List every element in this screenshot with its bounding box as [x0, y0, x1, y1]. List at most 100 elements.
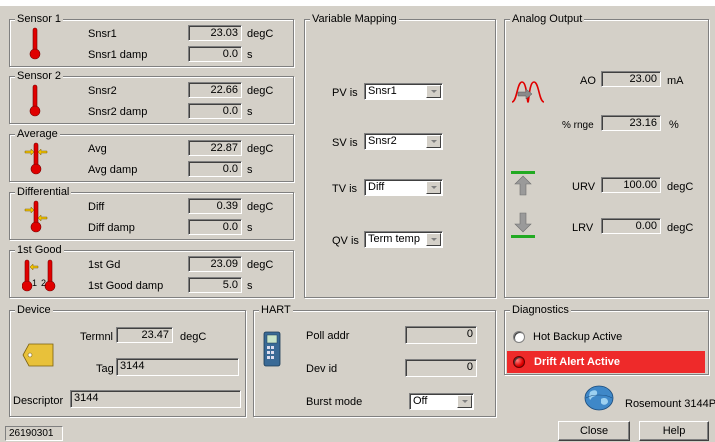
globe-logo-icon — [584, 385, 614, 411]
average-group: Average Avg 22.87 degC Avg damp 0.0 s — [9, 128, 294, 182]
average-label: Avg — [88, 143, 107, 155]
chevron-down-icon[interactable] — [426, 181, 441, 194]
tv-select[interactable]: Diff — [364, 179, 443, 196]
ao-value: 23.00 — [601, 71, 661, 87]
hot-backup-label: Hot Backup Active — [533, 331, 623, 343]
hart-communicator-icon — [263, 331, 281, 367]
sv-select[interactable]: Snsr2 — [364, 133, 443, 150]
sensor2-title: Sensor 2 — [15, 70, 64, 82]
qv-select[interactable]: Term temp — [364, 231, 443, 248]
urv-value: 100.00 — [601, 177, 661, 193]
average-damp-unit: s — [247, 164, 253, 176]
sensor1-damp-label: Snsr1 damp — [88, 49, 148, 61]
average-thermometer-icon — [24, 142, 48, 175]
sensor1-label: Snsr1 — [88, 28, 117, 40]
sensor2-value: 22.66 — [188, 82, 242, 98]
differential-label: Diff — [88, 201, 105, 213]
sensor1-damp-value: 0.0 — [188, 46, 242, 62]
thermometer-icon — [29, 27, 41, 60]
sensor1-value: 23.03 — [188, 25, 242, 41]
window-top-edge — [0, 0, 715, 6]
pct-range-value: 23.16 — [601, 115, 661, 131]
close-button[interactable]: Close — [558, 421, 630, 441]
sensor1-title: Sensor 1 — [15, 13, 64, 25]
differential-value: 0.39 — [188, 198, 242, 214]
urv-unit: degC — [667, 181, 694, 193]
hot-backup-indicator — [513, 331, 525, 343]
ao-unit: mA — [667, 75, 684, 87]
lrv-unit: degC — [667, 222, 694, 234]
first-good-unit: degC — [247, 259, 274, 271]
urv-label: URV — [572, 181, 596, 193]
sensor2-unit: degC — [247, 85, 274, 97]
upper-range-arrow-icon — [511, 171, 535, 196]
first-good-icon-label-1: 1 — [32, 278, 38, 288]
tv-label: TV is — [332, 183, 358, 195]
descriptor-label: Descriptor — [13, 395, 64, 407]
first-good-icon-label-2: 2 — [41, 278, 47, 288]
average-damp-label: Avg damp — [88, 164, 138, 176]
differential-damp-unit: s — [247, 222, 253, 234]
variable-mapping-group: Variable Mapping PV is Snsr1 SV is Snsr2… — [304, 13, 496, 298]
poll-addr-value: 0 — [405, 326, 477, 344]
hart-group: HART Poll addr 0 Dev id 0 Burst mode Off — [253, 304, 496, 417]
burst-mode-select[interactable]: Off — [409, 393, 474, 410]
burst-mode-value: Off — [413, 395, 428, 407]
lrv-value: 0.00 — [601, 218, 661, 234]
average-unit: degC — [247, 143, 274, 155]
status-bar: 26190301 — [5, 426, 63, 441]
thermometer-icon — [29, 84, 41, 117]
burst-mode-label: Burst mode — [306, 396, 363, 408]
qv-label: QV is — [332, 235, 359, 247]
tag-label: Tag — [96, 363, 114, 375]
first-good-title: 1st Good — [15, 244, 64, 256]
chevron-down-icon[interactable] — [457, 395, 472, 408]
chevron-down-icon[interactable] — [426, 85, 441, 98]
diagnostics-group: Diagnostics Hot Backup Active Drift Aler… — [504, 304, 709, 375]
dev-id-value: 0 — [405, 359, 477, 377]
first-good-group: 1st Good 1 2 1st Gd 23.09 degC 1st Good … — [9, 244, 294, 298]
pv-select-value: Snsr1 — [368, 85, 397, 97]
differential-title: Differential — [15, 186, 72, 198]
differential-damp-value: 0.0 — [188, 219, 242, 235]
terminal-label: Termnl — [80, 331, 114, 343]
sv-select-value: Snsr2 — [368, 135, 397, 147]
chevron-down-icon[interactable] — [426, 233, 441, 246]
differential-group: Differential Diff 0.39 degC Diff damp 0.… — [9, 186, 294, 240]
chevron-down-icon[interactable] — [426, 135, 441, 148]
diagnostics-title: Diagnostics — [510, 304, 571, 316]
tv-select-value: Diff — [368, 181, 385, 193]
sensor2-group: Sensor 2 Snsr2 22.66 degC Snsr2 damp 0.0… — [9, 70, 294, 124]
differential-thermometer-icon — [24, 200, 48, 233]
poll-addr-label: Poll addr — [306, 330, 350, 342]
drift-alert-indicator — [513, 356, 525, 368]
sensor2-damp-unit: s — [247, 106, 253, 118]
drift-alert-label: Drift Alert Active — [534, 356, 620, 368]
terminal-unit: degC — [180, 331, 207, 343]
sensor2-label: Snsr2 — [88, 85, 117, 97]
first-good-label: 1st Gd — [88, 259, 121, 271]
descriptor-value: 3144 — [70, 390, 241, 408]
analog-wave-icon — [511, 81, 545, 103]
ao-label: AO — [580, 75, 596, 87]
sv-label: SV is — [332, 137, 358, 149]
first-good-damp-unit: s — [247, 280, 253, 292]
lrv-label: LRV — [572, 222, 594, 234]
pct-range-label: % rnge — [562, 120, 594, 131]
device-tag-icon — [22, 343, 54, 367]
sensor1-damp-unit: s — [247, 49, 253, 61]
lower-range-arrow-icon — [511, 212, 535, 238]
average-value: 22.87 — [188, 140, 242, 156]
tag-value: 3144 — [116, 358, 239, 376]
first-good-damp-value: 5.0 — [188, 277, 242, 293]
help-button[interactable]: Help — [639, 421, 709, 441]
hart-title: HART — [259, 304, 293, 316]
first-good-value: 23.09 — [188, 256, 242, 272]
sensor2-damp-value: 0.0 — [188, 103, 242, 119]
terminal-value: 23.47 — [116, 327, 173, 343]
analog-output-title: Analog Output — [510, 13, 585, 25]
pv-select[interactable]: Snsr1 — [364, 83, 443, 100]
variable-mapping-title: Variable Mapping — [310, 13, 399, 25]
sensor1-group: Sensor 1 Snsr1 23.03 degC Snsr1 damp 0.0… — [9, 13, 294, 67]
analog-output-group: Analog Output AO 23.00 mA % rnge 23.16 %… — [504, 13, 709, 298]
